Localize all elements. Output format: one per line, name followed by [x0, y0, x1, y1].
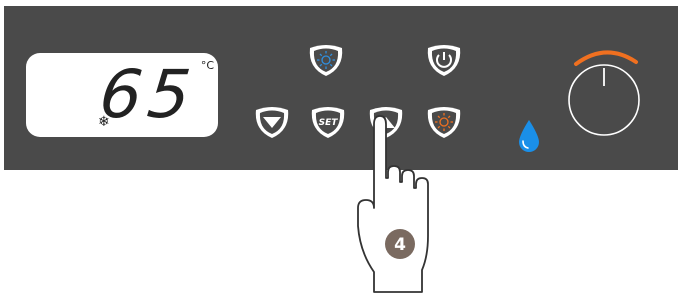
hand-pointer-icon: 4: [357, 115, 429, 293]
temperature-value: 65: [96, 56, 201, 133]
water-drop-icon: [519, 120, 539, 152]
snowflake-icon: ❄: [98, 114, 110, 130]
set-button-shape: SET: [311, 107, 345, 138]
sun-icon: [309, 45, 343, 76]
pointing-hand-callout: 4: [346, 96, 450, 300]
power-icon: [427, 45, 461, 76]
temperature-unit: °C: [200, 59, 214, 72]
down-button[interactable]: [252, 104, 292, 140]
control-panel: 65 °C ❄ SET: [4, 6, 678, 170]
temperature-display: 65 °C ❄: [26, 53, 218, 137]
water-drop-indicator: [518, 119, 540, 157]
light-blue-button[interactable]: [306, 42, 346, 78]
callout-number: 4: [394, 235, 406, 255]
chevron-down-icon: [255, 107, 289, 138]
set-label: SET: [319, 118, 339, 128]
dial-knob[interactable]: [562, 44, 646, 144]
set-button[interactable]: SET: [308, 104, 348, 140]
dial-knob-icon: [568, 50, 640, 136]
power-button[interactable]: [424, 42, 464, 78]
